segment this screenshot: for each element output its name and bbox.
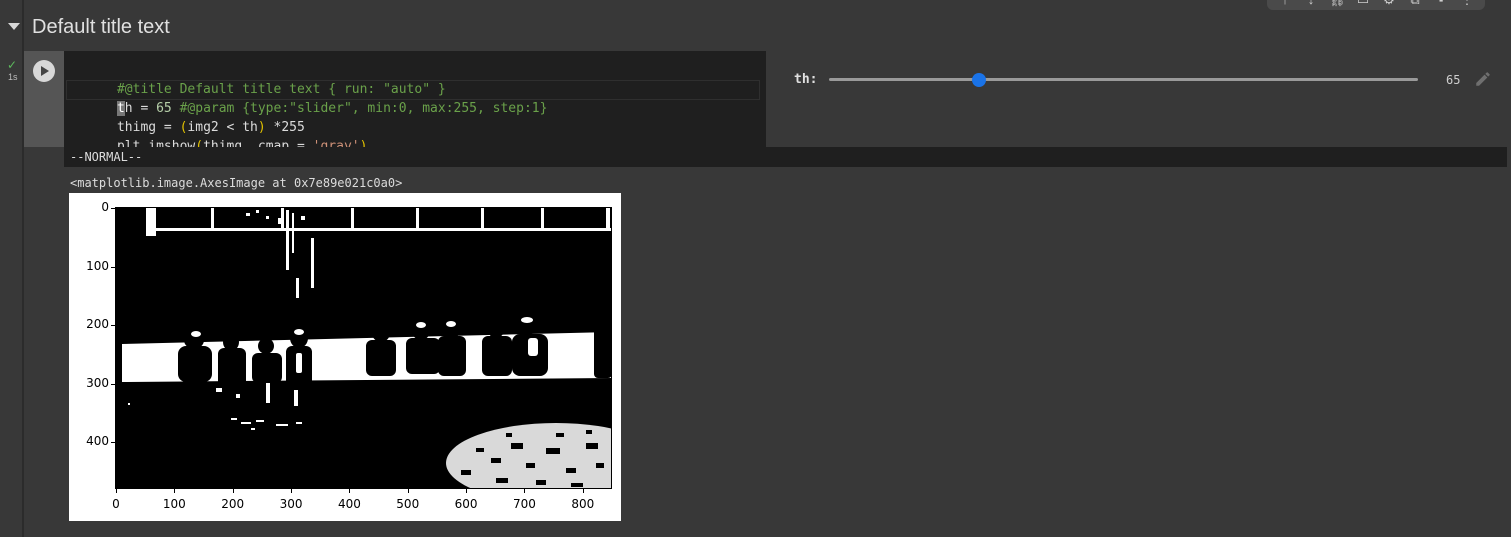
y-tick-mark [111, 325, 115, 327]
play-icon [41, 66, 49, 76]
y-tick-mark [111, 442, 115, 444]
x-tick-label: 0 [112, 497, 120, 511]
y-tick-label: 200 [86, 317, 109, 332]
arrow-up-icon[interactable]: ↑ [1277, 0, 1293, 7]
x-tick-label: 700 [513, 497, 536, 511]
y-tick-mark [111, 208, 115, 209]
x-tick-mark [232, 489, 234, 493]
mirror-icon[interactable]: ⧉ [1407, 0, 1423, 7]
x-tick-label: 800 [571, 497, 595, 511]
slider-track[interactable] [829, 78, 1418, 81]
check-icon: ✓ [7, 58, 18, 72]
chevron-down-icon[interactable] [8, 23, 20, 30]
more-icon[interactable]: ⋮ [1459, 0, 1475, 7]
x-tick-mark [116, 489, 117, 493]
arrow-down-icon[interactable]: ↓ [1303, 0, 1319, 7]
output-repr: <matplotlib.image.AxesImage at 0x7e89e02… [70, 176, 403, 190]
x-tick-mark [582, 489, 584, 493]
code-cell: ↑ ↓ ⛓ ▭ ⚙ ⧉ ▪ ⋮ Default title text ✓ 1s … [0, 0, 1511, 537]
x-tick-mark [349, 489, 351, 493]
y-tick-mark [111, 383, 115, 385]
comment-icon[interactable]: ▭ [1355, 0, 1371, 7]
plot-axes-frame [115, 207, 612, 489]
x-tick-label: 600 [454, 497, 478, 511]
gear-icon[interactable]: ⚙ [1381, 0, 1397, 7]
x-tick-label: 400 [337, 497, 361, 511]
vim-status-bar [64, 147, 1507, 167]
run-cell-button[interactable] [33, 60, 55, 82]
x-tick-label: 300 [279, 497, 303, 511]
execution-time: 1s [8, 72, 18, 82]
x-tick-mark [291, 489, 293, 493]
x-tick-label: 100 [162, 497, 186, 511]
x-tick-mark [174, 489, 176, 493]
x-tick-mark [524, 489, 526, 493]
section-title: Default title text [32, 16, 170, 38]
y-tick-label: 400 [86, 434, 109, 449]
y-tick-label: 300 [86, 375, 109, 390]
pencil-icon[interactable] [1474, 70, 1492, 88]
slider-label: th: [794, 72, 818, 87]
x-tick-label: 500 [396, 497, 420, 511]
link-icon[interactable]: ⛓ [1329, 0, 1346, 7]
y-tick-label: 100 [86, 258, 109, 273]
slider-value: 65 [1446, 73, 1461, 87]
y-tick-mark [111, 266, 115, 268]
delete-icon[interactable]: ▪ [1433, 0, 1449, 7]
x-tick-label: 200 [221, 497, 245, 511]
x-tick-mark [407, 489, 409, 493]
code-editor[interactable]: #@title Default title text { run: "auto"… [64, 51, 766, 154]
section-header: Default title text [0, 8, 1511, 46]
y-tick-label: 0 [101, 200, 109, 214]
form-pane [766, 51, 1507, 147]
x-tick-mark [466, 489, 468, 493]
vim-mode: --NORMAL-- [70, 150, 143, 164]
